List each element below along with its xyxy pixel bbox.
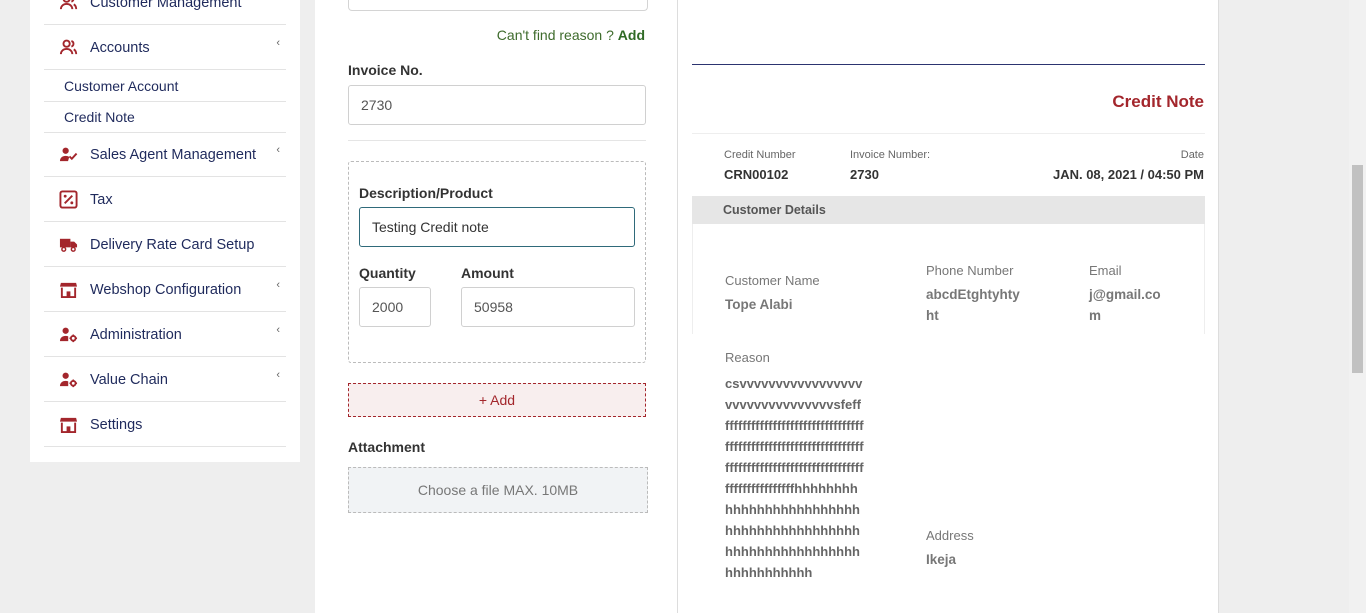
address-label: Address <box>926 528 974 543</box>
sidebar-item-label: Administration <box>90 326 182 343</box>
percent-icon <box>58 190 78 210</box>
reason-field[interactable] <box>348 0 648 11</box>
cant-find-text: Can't find reason ? <box>496 27 614 43</box>
store-icon <box>58 415 78 435</box>
customer-name-value: Tope Alabi <box>725 297 793 312</box>
customer-name-label: Customer Name <box>725 273 820 288</box>
sidebar-item-label: Accounts <box>90 39 150 56</box>
sidebar-subitem-credit-note[interactable]: Credit Note <box>44 102 286 133</box>
sidebar-item-label: Value Chain <box>90 371 168 388</box>
chevron-left-icon: ‹ <box>276 37 280 49</box>
chevron-left-icon: ‹ <box>276 279 280 291</box>
quantity-input[interactable] <box>359 287 431 327</box>
sidebar-item-administration[interactable]: Administration ‹ <box>44 313 286 357</box>
date-value: JAN. 08, 2021 / 04:50 PM <box>1052 167 1204 182</box>
user-gear-icon <box>58 370 78 390</box>
sidebar: Customer Management ‹ Accounts ‹ Custome… <box>30 0 300 462</box>
date-label: Date <box>1180 149 1204 161</box>
chevron-left-icon: ‹ <box>276 324 280 336</box>
email-label: Email <box>1089 263 1122 278</box>
sidebar-item-label: Webshop Configuration <box>90 281 242 298</box>
users-icon <box>58 38 78 58</box>
credit-note-preview: Credit Note Credit Number CRN00102 Invoi… <box>677 0 1219 613</box>
sidebar-item-tax[interactable]: Tax <box>44 178 286 222</box>
preview-title: Credit Note <box>1112 92 1204 111</box>
attachment-label: Attachment <box>348 439 426 455</box>
description-label: Description/Product <box>359 185 493 201</box>
sidebar-item-label: Settings <box>90 416 143 433</box>
sidebar-item-accounts[interactable]: Accounts ‹ <box>44 26 286 70</box>
quantity-label: Quantity <box>359 265 416 281</box>
divider <box>692 133 1205 134</box>
amount-label: Amount <box>461 265 514 281</box>
customer-details-label: Customer Details <box>723 203 826 217</box>
invoice-input[interactable] <box>348 85 646 125</box>
cant-find-reason: Can't find reason ? Add <box>497 27 645 43</box>
sidebar-item-webshop-configuration[interactable]: Webshop Configuration ‹ <box>44 268 286 312</box>
divider <box>692 64 1205 65</box>
invoice-number-value: 2730 <box>850 167 879 182</box>
user-gear-icon <box>58 325 78 345</box>
sidebar-item-delivery-rate-card-setup[interactable]: Delivery Rate Card Setup <box>44 223 286 267</box>
phone-label: Phone Number <box>926 263 1014 278</box>
sidebar-item-label: Delivery Rate Card Setup <box>90 236 255 253</box>
reason-value: csvvvvvvvvvvvvvvvvvvvvvvvvvvvvvvvvsfefff… <box>725 376 864 580</box>
file-upload[interactable]: Choose a file MAX. 10MB <box>348 467 648 513</box>
invoice-label: Invoice No. <box>348 62 423 78</box>
email-value: j@gmail.com <box>1089 287 1161 323</box>
credit-number-label: Credit Number <box>724 149 796 161</box>
phone-value: abcdEtghtyhtyht <box>926 287 1020 323</box>
sidebar-item-label: Customer Management <box>90 0 242 11</box>
invoice-number-label: Invoice Number: <box>850 149 931 161</box>
truck-icon <box>58 235 78 255</box>
sidebar-item-settings[interactable]: Settings <box>44 403 286 447</box>
address-value: Ikeja <box>926 552 957 567</box>
sidebar-item-label: Sales Agent Management <box>90 146 257 163</box>
credit-number-value: CRN00102 <box>724 167 789 182</box>
chevron-left-icon: ‹ <box>276 144 280 156</box>
add-item-button[interactable]: + Add <box>348 383 646 417</box>
description-input[interactable] <box>359 207 635 247</box>
chevron-left-icon: ‹ <box>276 0 280 4</box>
customer-details-header: Customer Details <box>692 196 1205 224</box>
user-check-icon <box>58 145 78 165</box>
store-icon <box>58 280 78 300</box>
credit-note-form: Can't find reason ? Add Invoice No. Desc… <box>315 0 677 613</box>
product-item-box: Description/Product Quantity Amount <box>348 161 646 363</box>
sidebar-subitem-customer-account[interactable]: Customer Account <box>44 71 286 102</box>
sidebar-item-customer-management[interactable]: Customer Management ‹ <box>44 0 286 25</box>
scrollbar-thumb[interactable] <box>1352 165 1363 373</box>
add-reason-link[interactable]: Add <box>618 27 645 43</box>
reason-label: Reason <box>725 350 770 365</box>
sidebar-item-sales-agent-management[interactable]: Sales Agent Management ‹ <box>44 133 286 177</box>
sidebar-item-value-chain[interactable]: Value Chain ‹ <box>44 358 286 402</box>
amount-input[interactable] <box>461 287 635 327</box>
sidebar-item-label: Tax <box>90 191 113 208</box>
users-icon <box>58 0 78 13</box>
chevron-left-icon: ‹ <box>276 369 280 381</box>
divider <box>348 140 646 141</box>
